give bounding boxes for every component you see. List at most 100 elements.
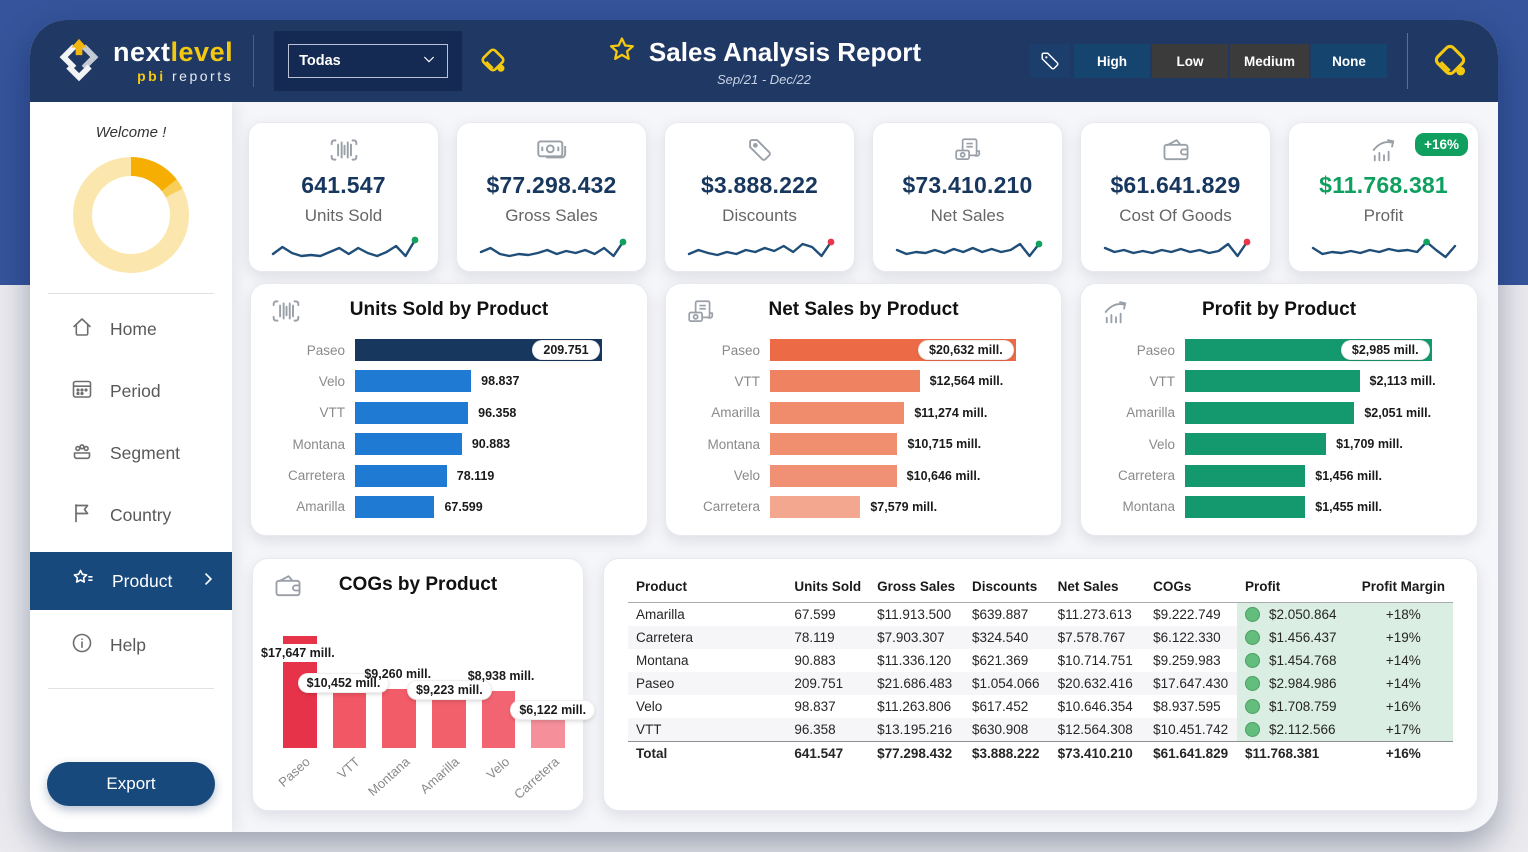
report-filter-dropdown[interactable]: Todas bbox=[288, 44, 448, 78]
bar-paseo[interactable]: $20,632 mill. bbox=[770, 339, 1016, 361]
bar-value-label: 209.751 bbox=[533, 341, 598, 359]
bar-row-carretera: Carretera 78.119 bbox=[265, 464, 629, 488]
table-cell: Velo bbox=[628, 695, 786, 718]
info-icon bbox=[70, 631, 94, 660]
bar-carretera[interactable] bbox=[355, 465, 447, 487]
kpi-card-units-sold: 641.547 Units Sold bbox=[248, 122, 439, 272]
profit-dot-icon bbox=[1245, 607, 1260, 622]
bar-velo[interactable] bbox=[1185, 433, 1326, 455]
priority-button-low[interactable]: Low bbox=[1152, 44, 1228, 78]
priority-tag-icon[interactable] bbox=[1030, 44, 1070, 78]
bar-value-label: $1,455 mill. bbox=[1315, 495, 1382, 519]
bar-row-amarilla: Amarilla 67.599 bbox=[265, 495, 629, 519]
profit-margin-cell: +14% bbox=[1354, 649, 1453, 672]
bar-vtt[interactable] bbox=[1185, 370, 1360, 392]
total-cell: Total bbox=[628, 742, 786, 766]
profit-dot-icon bbox=[1245, 630, 1260, 645]
table-cell: $17.647.430 bbox=[1145, 672, 1237, 695]
kpi-card-gross-sales: $77.298.432 Gross Sales bbox=[456, 122, 647, 272]
category-label: Montana bbox=[680, 437, 770, 452]
kpi-label: Profit bbox=[1364, 206, 1404, 226]
profit-cell: $2.112.566 bbox=[1237, 718, 1354, 742]
table-cell: 90.883 bbox=[786, 649, 869, 672]
bar-value-label: 96.358 bbox=[478, 401, 516, 425]
table-cell: $324.540 bbox=[964, 626, 1050, 649]
chart-title: Profit by Product bbox=[1081, 299, 1477, 321]
column-value-label: $6,122 mill. bbox=[511, 701, 594, 719]
trend-icon bbox=[1101, 298, 1131, 331]
bar-velo[interactable] bbox=[355, 370, 471, 392]
kpi-label: Cost Of Goods bbox=[1119, 206, 1231, 226]
category-label: Velo bbox=[680, 468, 770, 483]
profit-margin-cell: +19% bbox=[1354, 626, 1453, 649]
net-sales-by-product-chart: Net Sales by Product Paseo $20,632 mill.… bbox=[665, 283, 1062, 536]
bar-paseo[interactable]: 209.751 bbox=[355, 339, 602, 361]
profit-cell: $1.456.437 bbox=[1237, 626, 1354, 649]
report-date-range: Sep/21 - Dec/22 bbox=[607, 72, 921, 87]
table-cell: VTT bbox=[628, 718, 786, 742]
star-list-icon bbox=[70, 567, 96, 596]
sidebar-item-home[interactable]: Home bbox=[30, 300, 232, 358]
report-title-block: Sales Analysis Report Sep/21 - Dec/22 bbox=[607, 35, 921, 87]
report-body: 641.547 Units Sold $77.298.432 Gross Sal… bbox=[232, 102, 1498, 832]
bar-amarilla[interactable] bbox=[355, 496, 434, 518]
total-cell: $73.410.210 bbox=[1050, 742, 1145, 766]
bar-carretera[interactable] bbox=[770, 496, 860, 518]
table-cell: Montana bbox=[628, 649, 786, 672]
clear-all-filters-eraser-icon[interactable] bbox=[1428, 38, 1472, 85]
category-label: VTT bbox=[265, 405, 355, 420]
bar-row-velo: Velo $1,709 mill. bbox=[1095, 432, 1459, 456]
priority-button-medium[interactable]: Medium bbox=[1230, 44, 1309, 78]
sidebar-item-segment[interactable]: Segment bbox=[30, 424, 232, 482]
bar-velo[interactable] bbox=[770, 465, 897, 487]
priority-button-high[interactable]: High bbox=[1074, 44, 1150, 78]
bar-value-label: $2,113 mill. bbox=[1370, 369, 1436, 393]
table-row-carretera: Carretera78.119$7.903.307$324.540$7.578.… bbox=[628, 626, 1453, 649]
sidebar-item-help[interactable]: Help bbox=[30, 616, 232, 674]
bar-row-paseo: Paseo $2,985 mill. bbox=[1095, 338, 1459, 362]
bar-vtt[interactable] bbox=[355, 402, 468, 424]
table-cell: Paseo bbox=[628, 672, 786, 695]
export-button[interactable]: Export bbox=[47, 762, 215, 806]
bar-row-montana: Montana $10,715 mill. bbox=[680, 432, 1043, 456]
bar-paseo[interactable]: $2,985 mill. bbox=[1185, 339, 1432, 361]
table-row-montana: Montana90.883$11.336.120$621.369$10.714.… bbox=[628, 649, 1453, 672]
bar-montana[interactable] bbox=[355, 433, 462, 455]
bar-vtt[interactable] bbox=[770, 370, 920, 392]
bar-row-carretera: Carretera $7,579 mill. bbox=[680, 495, 1043, 519]
bar-montana[interactable] bbox=[770, 433, 897, 455]
column-amarilla: $9,223 mill. Amarilla bbox=[432, 621, 466, 748]
bar-velo[interactable] bbox=[482, 691, 516, 748]
kpi-value: 641.547 bbox=[301, 172, 386, 199]
sidebar-item-product[interactable]: Product bbox=[30, 552, 232, 610]
bar-amarilla[interactable] bbox=[1185, 402, 1354, 424]
category-label: Amarilla bbox=[265, 499, 355, 514]
table-cell: $630.908 bbox=[964, 718, 1050, 742]
bar-montana[interactable] bbox=[382, 689, 416, 748]
table-total-row: Total641.547$77.298.432$3.888.222$73.410… bbox=[628, 742, 1453, 766]
clear-filter-eraser-icon[interactable] bbox=[476, 43, 510, 80]
bar-row-montana: Montana $1,455 mill. bbox=[1095, 495, 1459, 519]
table-header-row: ProductUnits SoldGross SalesDiscountsNet… bbox=[628, 575, 1453, 603]
profit-dot-icon bbox=[1245, 699, 1260, 714]
chart-title: Units Sold by Product bbox=[251, 299, 647, 321]
welcome-text: Welcome ! bbox=[30, 102, 232, 141]
sidebar-item-period[interactable]: Period bbox=[30, 362, 232, 420]
kpi-card-row: 641.547 Units Sold $77.298.432 Gross Sal… bbox=[248, 122, 1479, 272]
bar-row-velo: Velo $10,646 mill. bbox=[680, 464, 1043, 488]
sidebar-item-label: Home bbox=[110, 319, 157, 340]
bar-montana[interactable] bbox=[1185, 496, 1305, 518]
sidebar-item-country[interactable]: Country bbox=[30, 486, 232, 544]
kpi-label: Net Sales bbox=[931, 206, 1005, 226]
bar-carretera[interactable] bbox=[1185, 465, 1305, 487]
bar-amarilla[interactable] bbox=[770, 402, 904, 424]
profit-dot-icon bbox=[1245, 676, 1260, 691]
table-cell: $13.195.216 bbox=[869, 718, 964, 742]
column-value-label: $17,647 mill. bbox=[257, 644, 339, 662]
bar-value-label: $12,564 mill. bbox=[930, 369, 1004, 393]
kpi-card-net-sales: $73.410.210 Net Sales bbox=[872, 122, 1063, 272]
kpi-card-profit: +16% $11.768.381 Profit bbox=[1288, 122, 1479, 272]
sidebar-item-label: Period bbox=[110, 381, 161, 402]
priority-slicer-group: HighLowMediumNone bbox=[1030, 33, 1472, 89]
priority-button-none[interactable]: None bbox=[1311, 44, 1387, 78]
